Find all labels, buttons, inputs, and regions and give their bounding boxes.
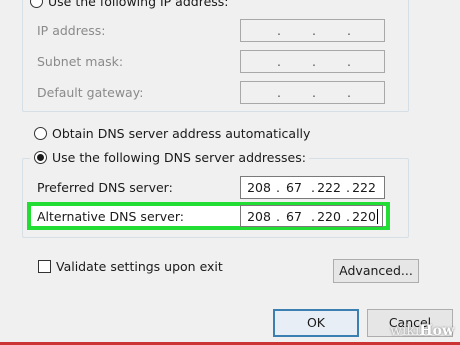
validate-settings-label: Validate settings upon exit — [56, 259, 223, 274]
ip-dot: . — [277, 23, 281, 38]
obtain-dns-auto-label: Obtain DNS server address automatically — [52, 126, 311, 141]
watermark: wikiHow — [390, 323, 454, 339]
octet: 220 — [352, 209, 376, 224]
alternate-dns-field[interactable]: 208 . 67 . 220 . 220 — [240, 205, 383, 227]
ok-button[interactable]: OK — [273, 309, 359, 337]
octet: 67 — [286, 180, 302, 195]
ip-address-label: IP address: — [37, 23, 106, 38]
checkbox[interactable] — [38, 260, 51, 273]
advanced-button[interactable]: Advanced... — [333, 259, 419, 283]
ip-dot: . — [277, 54, 281, 69]
ip-dot: . — [277, 85, 281, 100]
radio-button[interactable] — [34, 127, 47, 140]
ip-address-field: . . . — [240, 19, 385, 42]
obtain-dns-auto-radio[interactable]: Obtain DNS server address automatically — [34, 126, 310, 141]
ok-button-label: OK — [306, 315, 326, 330]
ip-dot: . — [312, 23, 316, 38]
ip-dot: . — [312, 54, 316, 69]
preferred-dns-label: Preferred DNS server: — [37, 180, 173, 195]
watermark-prefix: wiki — [389, 323, 420, 339]
default-gateway-field: . . . — [240, 81, 385, 104]
ip-dot: . — [312, 85, 316, 100]
advanced-button-label: Advanced... — [339, 263, 413, 278]
subnet-mask-field: . . . — [240, 50, 385, 73]
use-following-dns-label: Use the following DNS server addresses: — [52, 150, 306, 165]
text-caret — [377, 209, 378, 224]
subnet-mask-label: Subnet mask: — [37, 54, 124, 69]
alternate-dns-label: Alternative DNS server: — [37, 209, 184, 224]
validate-settings-checkbox[interactable]: Validate settings upon exit — [38, 259, 223, 274]
ip-dot: . — [347, 85, 351, 100]
octet: 220 — [317, 209, 341, 224]
octet: 222 — [352, 180, 376, 195]
preferred-dns-field[interactable]: 208 . 67 . 222 . 222 — [240, 176, 385, 199]
radio-button[interactable] — [30, 0, 43, 8]
octet: 222 — [317, 180, 341, 195]
ip-dot: . — [347, 54, 351, 69]
octet: 67 — [286, 209, 302, 224]
use-following-ip-radio[interactable]: Use the following IP address: — [30, 0, 232, 9]
use-following-dns-radio[interactable]: Use the following DNS server addresses: — [30, 150, 309, 165]
watermark-suffix: How — [419, 323, 454, 339]
octet: 208 — [247, 209, 271, 224]
octet: 208 — [247, 180, 271, 195]
default-gateway-label: Default gateway: — [37, 85, 144, 100]
ip-dot: . — [347, 23, 351, 38]
use-following-ip-label: Use the following IP address: — [48, 0, 229, 9]
radio-button-selected[interactable] — [34, 151, 47, 164]
